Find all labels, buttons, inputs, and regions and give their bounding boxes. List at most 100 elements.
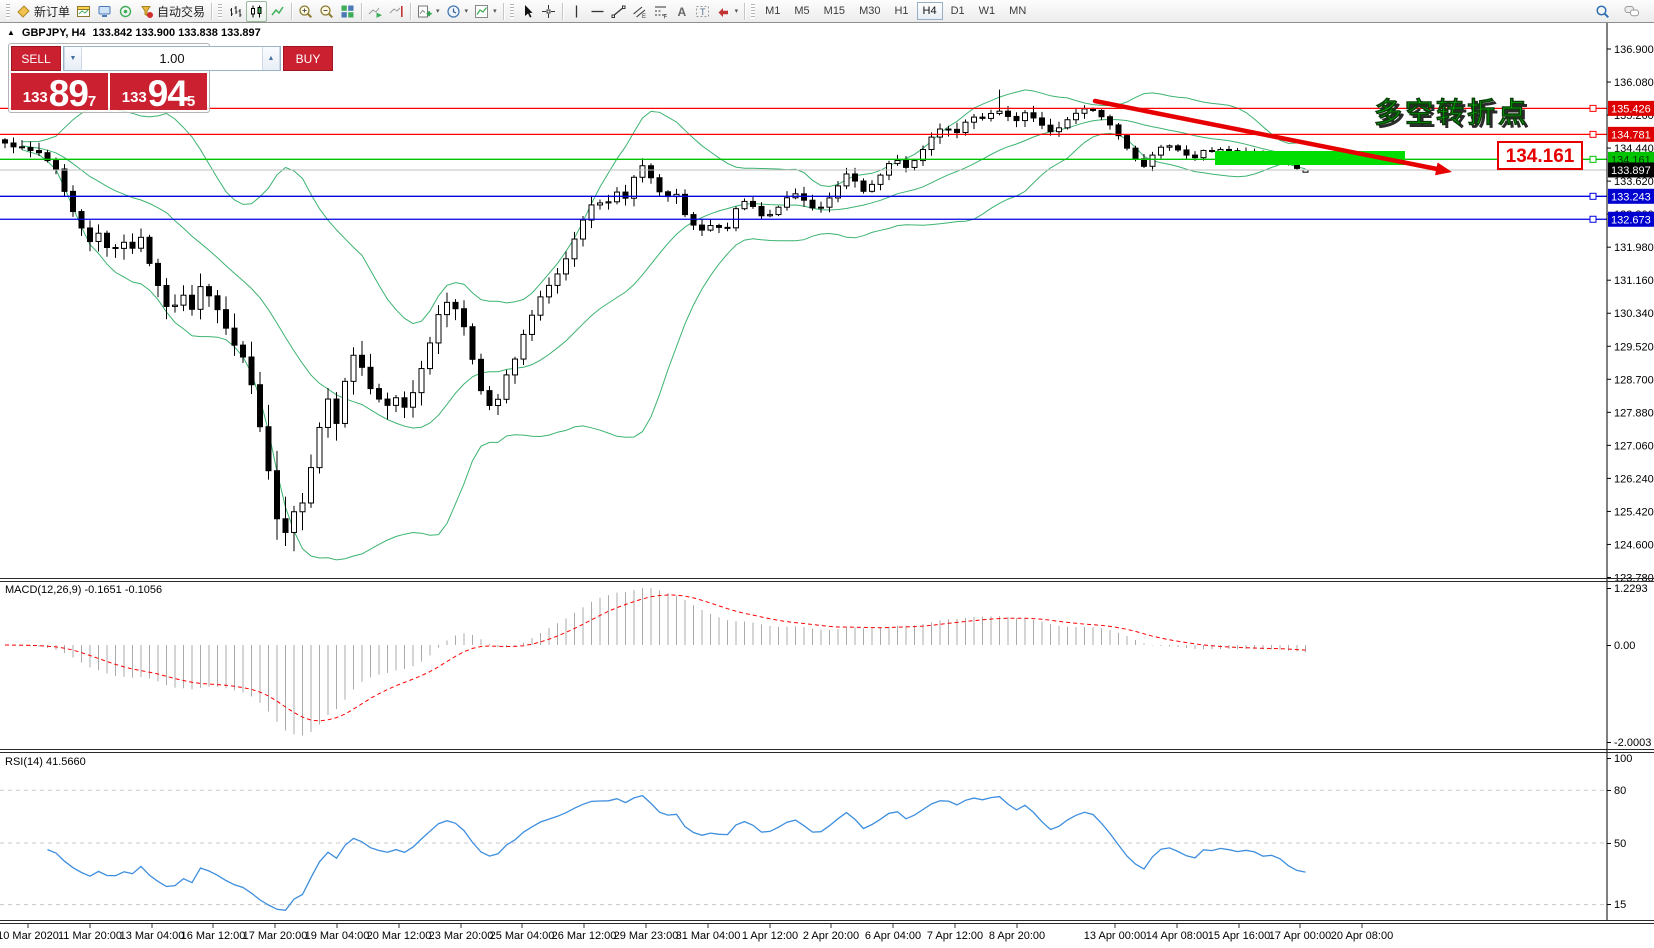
timeframe-button-D1[interactable]: D1 — [945, 2, 971, 20]
time-axis-label: 15 Apr 16:00 — [1208, 930, 1270, 942]
arrows-icon — [716, 4, 731, 19]
fibonacci-button[interactable]: F — [650, 1, 671, 22]
rsi-label: RSI(14) 41.5660 — [5, 756, 86, 768]
time-axis-label: 17 Mar 20:00 — [243, 930, 308, 942]
bar-chart-icon — [228, 4, 243, 19]
macd-panel: MACD(12,26,9) -0.1651 -0.10561.22930.00-… — [5, 583, 1651, 749]
trendline-icon — [611, 4, 626, 19]
zoom-out-icon — [319, 4, 334, 19]
turning-point-annotation[interactable]: 多空转折点 — [1374, 96, 1529, 128]
timeframe-button-H1[interactable]: H1 — [888, 2, 914, 20]
macd-axis-label: 0.00 — [1614, 640, 1635, 652]
chat-button[interactable] — [1621, 1, 1643, 22]
toolbar-grip — [751, 4, 755, 19]
toolbar-separator — [361, 3, 362, 20]
line-handle[interactable] — [1590, 105, 1596, 111]
bar-chart-button[interactable] — [225, 1, 246, 22]
price-tick-label: 129.520 — [1614, 341, 1654, 353]
price-badge-label: 133.243 — [1611, 191, 1651, 203]
expert-advisors-button[interactable] — [94, 1, 115, 22]
one-click-trading-panel: SELL ▼ ▲ BUY 133 89 7 133 94 5 — [8, 43, 210, 113]
line-handle[interactable] — [1590, 216, 1596, 222]
templates-button[interactable]: ▾ — [471, 1, 500, 22]
buy-price-display[interactable]: 133 94 5 — [110, 73, 207, 110]
rsi-axis-label: 100 — [1614, 753, 1632, 765]
time-axis-label: 20 Mar 12:00 — [367, 930, 432, 942]
periods-button[interactable]: ▾ — [443, 1, 472, 22]
time-axis-label: 13 Mar 04:00 — [120, 930, 185, 942]
horizontal-line-button[interactable] — [587, 1, 608, 22]
volume-increase-button[interactable]: ▲ — [262, 47, 280, 70]
collapse-panel-icon[interactable]: ▲ — [7, 29, 15, 37]
cursor-button[interactable] — [517, 1, 538, 22]
time-axis: 10 Mar 202011 Mar 20:0013 Mar 04:0016 Ma… — [0, 924, 1393, 943]
bollinger-bands — [22, 90, 1306, 560]
zoom-out-button[interactable] — [316, 1, 337, 22]
volume-decrease-button[interactable]: ▼ — [64, 47, 82, 70]
chart-shift-button[interactable] — [386, 1, 407, 22]
vertical-line-button[interactable] — [566, 1, 587, 22]
add-indicator-icon — [417, 4, 432, 19]
line-handle[interactable] — [1590, 193, 1596, 199]
macd-axis-label: 1.2293 — [1614, 583, 1648, 595]
time-axis-label: 2 Apr 20:00 — [803, 930, 859, 942]
signals-button[interactable] — [115, 1, 136, 22]
equidistant-channel-icon: E — [632, 4, 647, 19]
volume-stepper: ▼ ▲ — [63, 46, 281, 71]
svg-text:A: A — [677, 5, 686, 19]
candlestick-chart-button[interactable] — [246, 1, 267, 22]
timeframe-button-M15[interactable]: M15 — [818, 2, 851, 20]
search-button[interactable] — [1592, 1, 1613, 22]
zoom-in-button[interactable] — [295, 1, 316, 22]
toolbar-separator — [291, 3, 292, 20]
text-label-button[interactable]: T — [692, 1, 713, 22]
price-annotation-label: 134.161 — [1506, 146, 1575, 167]
crosshair-button[interactable] — [538, 1, 559, 22]
trendline-button[interactable] — [608, 1, 629, 22]
timeframe-button-M1[interactable]: M1 — [759, 2, 786, 20]
volume-input[interactable] — [82, 47, 262, 70]
chart-window-button[interactable] — [73, 1, 94, 22]
toolbar-grip — [6, 4, 10, 19]
toolbar-separator — [211, 3, 212, 20]
auto-trading-label: 自动交易 — [157, 3, 205, 20]
timeframe-button-M30[interactable]: M30 — [853, 2, 886, 20]
equidistant-channel-button[interactable]: E — [629, 1, 650, 22]
timeframe-button-M5[interactable]: M5 — [788, 2, 815, 20]
mt4-terminal: { "icons": {"collapse":"▲","caret":"▾","… — [0, 0, 1654, 948]
price-tick-label: 125.420 — [1614, 506, 1654, 518]
timeframe-button-W1[interactable]: W1 — [973, 2, 1002, 20]
arrows-button[interactable]: ▾ — [713, 1, 742, 22]
auto-trading-button[interactable]: 自动交易 — [136, 1, 208, 22]
text-button[interactable]: A — [671, 1, 692, 22]
line-handle[interactable] — [1590, 156, 1596, 162]
price-tick-label: 127.060 — [1614, 440, 1654, 452]
tile-windows-button[interactable] — [337, 1, 358, 22]
buy-button[interactable]: BUY — [283, 46, 333, 71]
timeframe-button-MN[interactable]: MN — [1003, 2, 1032, 20]
buy-price-sup: 5 — [187, 93, 195, 110]
auto-scroll-button[interactable] — [365, 1, 386, 22]
time-axis-label: 25 Mar 04:00 — [490, 930, 555, 942]
auto-trading-icon — [139, 4, 154, 19]
sell-price-display[interactable]: 133 89 7 — [11, 73, 108, 110]
svg-text:E: E — [642, 14, 646, 19]
toolbar-grip — [510, 4, 514, 19]
timeframe-button-H4[interactable]: H4 — [917, 2, 943, 20]
rsi-axis-label: 50 — [1614, 838, 1626, 850]
dropdown-caret-icon: ▾ — [493, 7, 497, 15]
line-chart-button[interactable] — [267, 1, 288, 22]
price-tick-label: 133.620 — [1614, 176, 1654, 188]
price-tick-label: 128.700 — [1614, 374, 1654, 386]
time-axis-label: 6 Apr 04:00 — [865, 930, 921, 942]
chart-area[interactable]: 136.900136.080135.260134.440133.620132.8… — [0, 0, 1654, 948]
price-tick-label: 136.080 — [1614, 77, 1654, 89]
line-handle[interactable] — [1590, 131, 1596, 137]
new-order-icon — [16, 4, 31, 19]
rsi-axis-label: 80 — [1614, 785, 1626, 797]
new-order-button[interactable]: 新订单 — [13, 1, 73, 22]
macd-axis-label: -2.0003 — [1614, 737, 1651, 749]
indicators-button[interactable]: ▾ — [414, 1, 443, 22]
sell-button[interactable]: SELL — [11, 46, 61, 71]
text-label-icon: T — [695, 4, 710, 19]
